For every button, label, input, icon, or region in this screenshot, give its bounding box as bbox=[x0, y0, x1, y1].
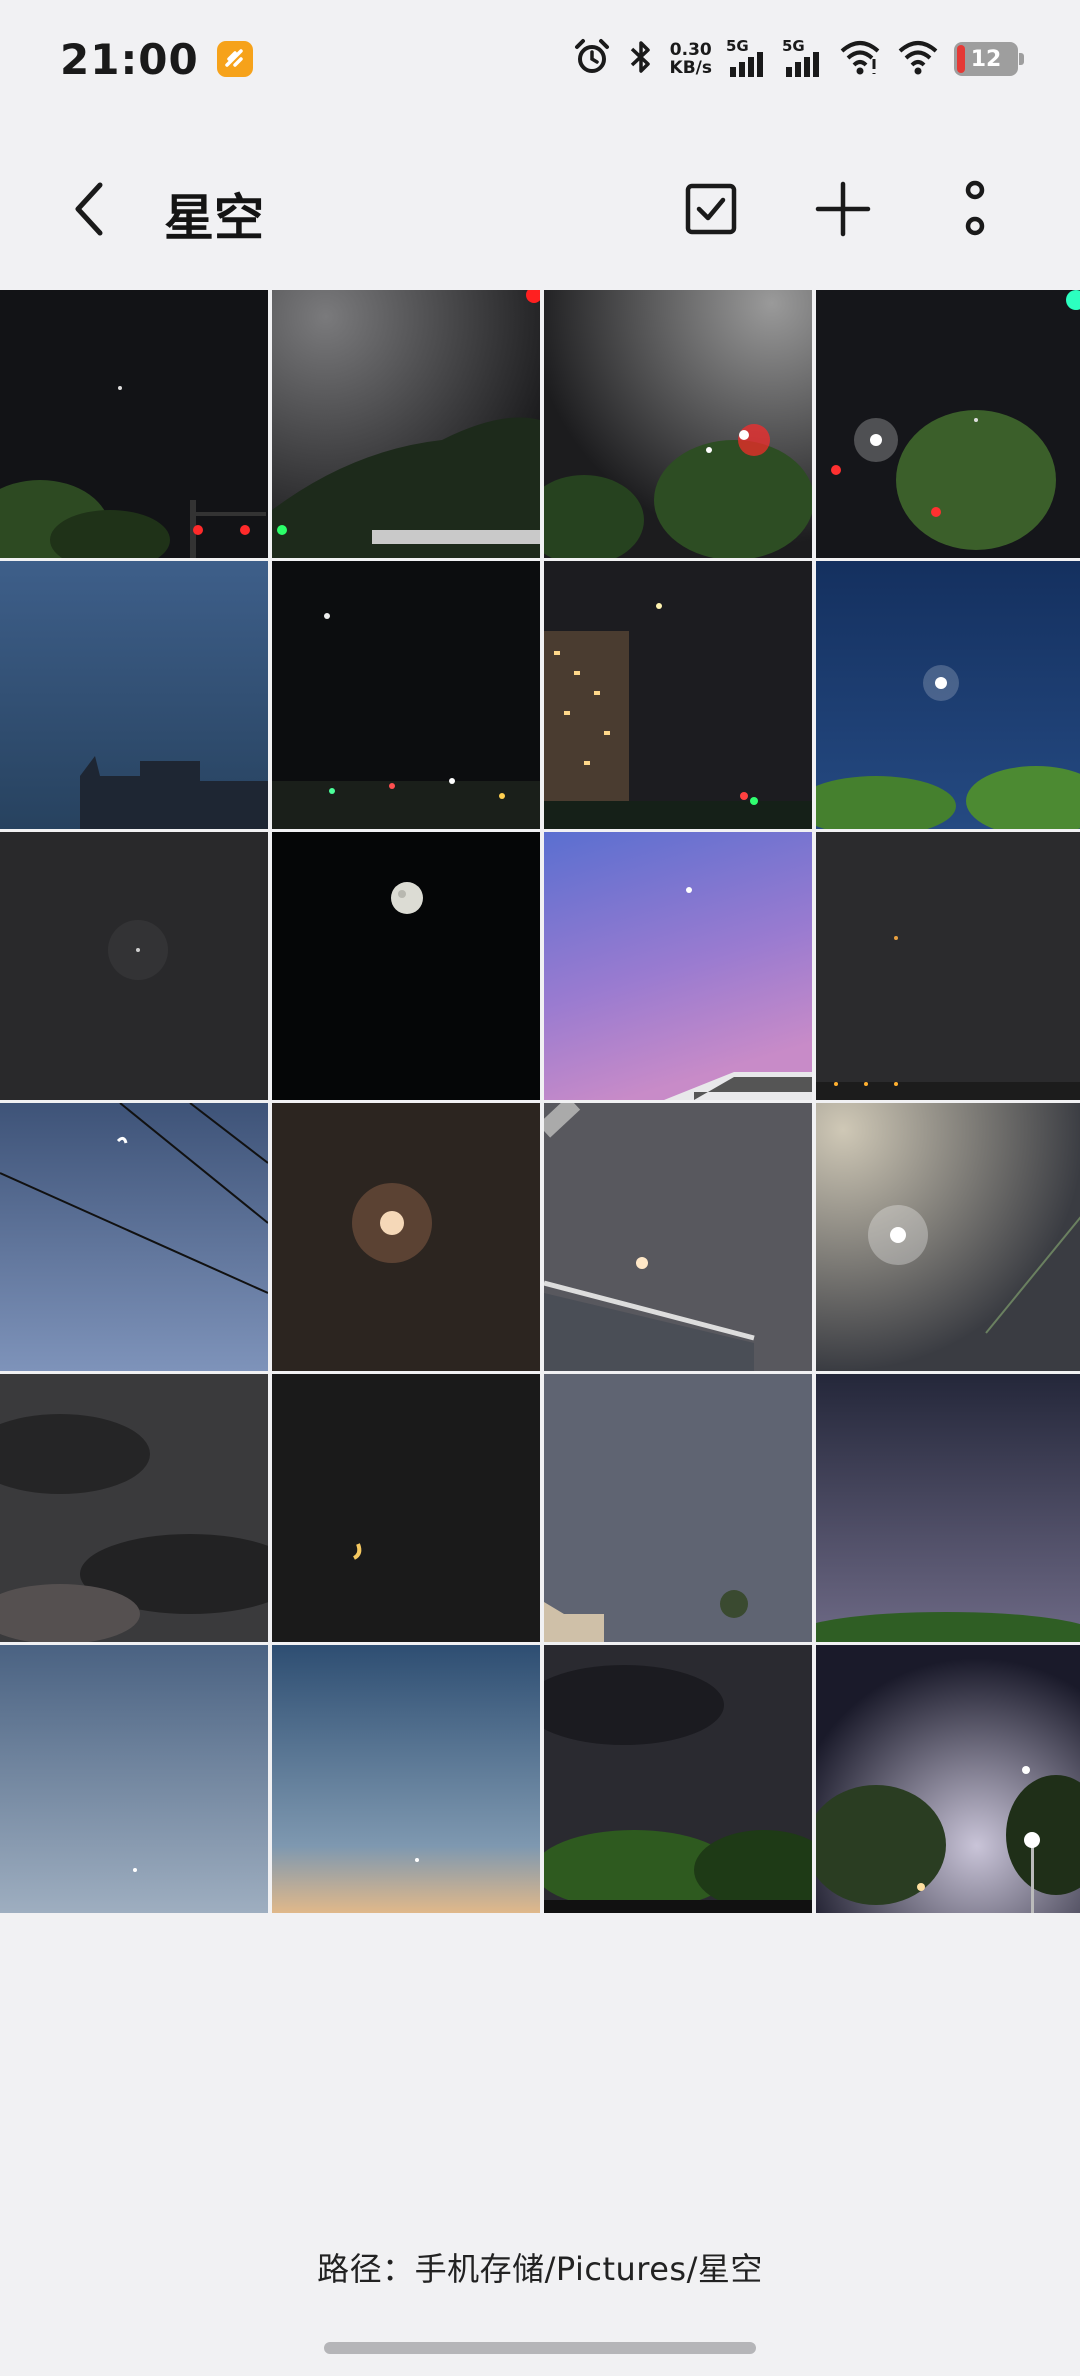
more-options-icon bbox=[965, 180, 985, 236]
app-notification-icon bbox=[216, 41, 253, 77]
photo-thumbnail[interactable] bbox=[271, 561, 540, 829]
photo-thumbnail[interactable] bbox=[0, 1645, 268, 1913]
wifi-2-icon bbox=[896, 37, 940, 81]
photo-thumbnail[interactable] bbox=[543, 832, 812, 1100]
status-time: 21:00 bbox=[60, 34, 199, 84]
network-speed: 0.30 KB/s bbox=[669, 40, 712, 78]
bluetooth-icon bbox=[626, 37, 656, 81]
photo-thumbnail[interactable] bbox=[0, 1103, 268, 1371]
back-arrow-icon bbox=[75, 182, 103, 236]
more-options-button[interactable] bbox=[942, 176, 1008, 242]
storage-path-label: 路径：手机存储/Pictures/星空 bbox=[317, 2250, 763, 2288]
photo-thumbnail[interactable] bbox=[271, 290, 540, 558]
cellular-signal-2-icon: 5G bbox=[782, 37, 824, 79]
photo-thumbnail[interactable] bbox=[543, 1103, 812, 1371]
add-button[interactable] bbox=[810, 176, 876, 242]
photo-thumbnail[interactable] bbox=[0, 1374, 268, 1642]
photo-thumbnail[interactable] bbox=[815, 1103, 1080, 1371]
photo-thumbnail[interactable] bbox=[543, 1645, 812, 1913]
photo-thumbnail[interactable] bbox=[815, 1374, 1080, 1642]
status-bar: 21:00 0.30 KB/s 5G 5G 12 bbox=[0, 0, 1080, 118]
alarm-icon bbox=[572, 37, 612, 81]
photo-thumbnail[interactable] bbox=[815, 290, 1080, 558]
back-button[interactable] bbox=[60, 176, 120, 242]
add-icon bbox=[815, 181, 871, 237]
select-button[interactable] bbox=[678, 176, 744, 242]
photo-thumbnail[interactable] bbox=[543, 290, 812, 558]
battery-icon: 12 bbox=[954, 42, 1024, 76]
photo-thumbnail[interactable] bbox=[271, 1374, 540, 1642]
photo-grid bbox=[0, 290, 1080, 1913]
photo-thumbnail[interactable] bbox=[271, 1103, 540, 1371]
photo-thumbnail[interactable] bbox=[815, 1645, 1080, 1913]
photo-thumbnail[interactable] bbox=[0, 561, 268, 829]
photo-thumbnail[interactable] bbox=[271, 1645, 540, 1913]
photo-thumbnail[interactable] bbox=[543, 1374, 812, 1642]
cellular-signal-1-icon: 5G bbox=[726, 37, 768, 79]
photo-thumbnail[interactable] bbox=[543, 561, 812, 829]
photo-thumbnail[interactable] bbox=[0, 290, 268, 558]
wifi-icon bbox=[838, 37, 882, 81]
photo-thumbnail[interactable] bbox=[815, 832, 1080, 1100]
page-title: 星空 bbox=[164, 189, 264, 247]
top-toolbar: 星空 bbox=[0, 150, 1080, 268]
select-checkbox-icon bbox=[685, 183, 737, 235]
photo-thumbnail[interactable] bbox=[815, 561, 1080, 829]
photo-thumbnail[interactable] bbox=[0, 832, 268, 1100]
photo-thumbnail[interactable] bbox=[271, 832, 540, 1100]
home-indicator[interactable] bbox=[324, 2342, 756, 2354]
